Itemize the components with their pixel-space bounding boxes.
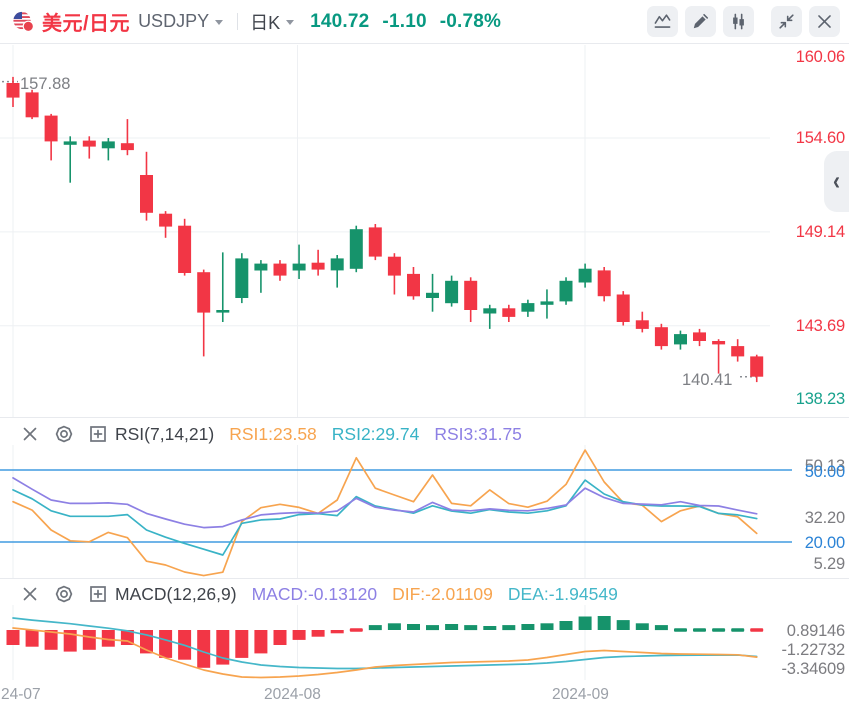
rsi-title: RSI(7,14,21) [115,423,215,444]
indicator-button[interactable] [647,6,678,37]
rsi-settings-button[interactable] [53,424,74,445]
chart-toolbar [640,6,840,37]
dea-value: DEA:-1.94549 [507,583,618,604]
panel-separator [0,417,849,418]
candlestick-icon [733,13,744,30]
rsi-tick: 5.29 [813,555,846,573]
rsi-chart[interactable] [0,445,849,578]
price-change-pct: -0.78% [439,10,502,32]
pair-info: 美元/日元 USDJPY 日K 140.72 -1.10 -0.78% [0,7,514,36]
time-axis: 24-07 2024-08 2024-09 [0,680,849,709]
last-price: 140.72 [310,10,370,32]
price-tick: 154.60 [795,129,845,147]
interval-selector[interactable]: 日K [250,9,295,35]
macd-chart[interactable] [0,605,849,680]
trading-chart-app: 美元/日元 USDJPY 日K 140.72 -1.10 -0.78% 160.… [0,0,849,709]
time-tick: 24-07 [1,686,41,703]
macd-tick: 0.89146 [786,622,845,640]
rsi-tick: 20.00 [804,534,845,552]
time-tick: 2024-09 [552,686,609,703]
price-tick: 143.69 [795,317,845,335]
rsi-header: RSI(7,14,21) RSI1:23.58 RSI2:29.74 RSI3:… [0,420,770,448]
price-tick: 138.23 [795,390,845,408]
gear-icon [55,585,72,603]
rsi3-value: RSI3:31.75 [434,423,522,444]
rsi-remove-button[interactable] [19,424,40,445]
price-change: -1.10 [382,10,427,32]
divider [237,13,239,30]
chart-header: 美元/日元 USDJPY 日K 140.72 -1.10 -0.78% [0,0,849,44]
collapse-button[interactable] [771,6,802,37]
plus-square-icon [89,586,106,602]
pair-code-label: USDJPY [138,11,210,31]
rsi-tick: 50.00 [804,463,845,481]
collapse-axis-tab[interactable]: ‹ [824,151,849,212]
macd-add-button[interactable] [87,584,108,605]
macd-settings-button[interactable] [53,584,74,605]
rsi1-value: RSI1:23.58 [229,423,317,444]
macd-tick: -1.22732 [781,641,845,659]
candlestick-chart[interactable] [0,45,849,417]
pair-name-cn[interactable]: 美元/日元 [42,7,130,36]
chevron-left-icon: ‹ [833,167,840,196]
quote-block: 140.72 -1.10 -0.78% [310,11,514,33]
macd-remove-button[interactable] [19,584,40,605]
draw-pencil-icon [693,13,709,29]
gear-icon [55,425,72,443]
rsi-add-button[interactable] [87,424,108,445]
price-tick: 160.06 [795,48,845,66]
collapse-icon [779,14,794,29]
time-tick: 2024-08 [264,686,321,703]
close-icon [23,587,36,601]
currency-pair-flag-icon [13,11,34,32]
chevron-down-icon [215,20,224,25]
pair-selector[interactable]: USDJPY [138,11,224,32]
draw-button[interactable] [685,6,716,37]
dif-value: DIF:-2.01109 [392,583,493,604]
chevron-down-icon [286,20,295,25]
chart-style-button[interactable] [723,6,754,37]
panel-separator [0,578,849,579]
low-price-annotation: 140.41 [682,371,733,389]
plus-square-icon [89,426,106,442]
macd-value: MACD:-0.13120 [251,583,378,604]
close-icon [818,15,831,28]
rsi2-value: RSI2:29.74 [331,423,420,444]
rsi-tick: 32.20 [804,509,845,527]
interval-label: 日K [250,12,281,33]
close-chart-button[interactable] [809,6,840,37]
open-price-annotation: 157.88 [20,75,71,93]
macd-tick: -3.34609 [781,660,845,678]
price-tick: 149.14 [795,223,845,241]
macd-title: MACD(12,26,9) [115,583,237,604]
indicator-icon [654,14,671,28]
close-icon [23,427,36,441]
macd-header: MACD(12,26,9) MACD:-0.13120 DIF:-2.01109… [0,580,770,608]
